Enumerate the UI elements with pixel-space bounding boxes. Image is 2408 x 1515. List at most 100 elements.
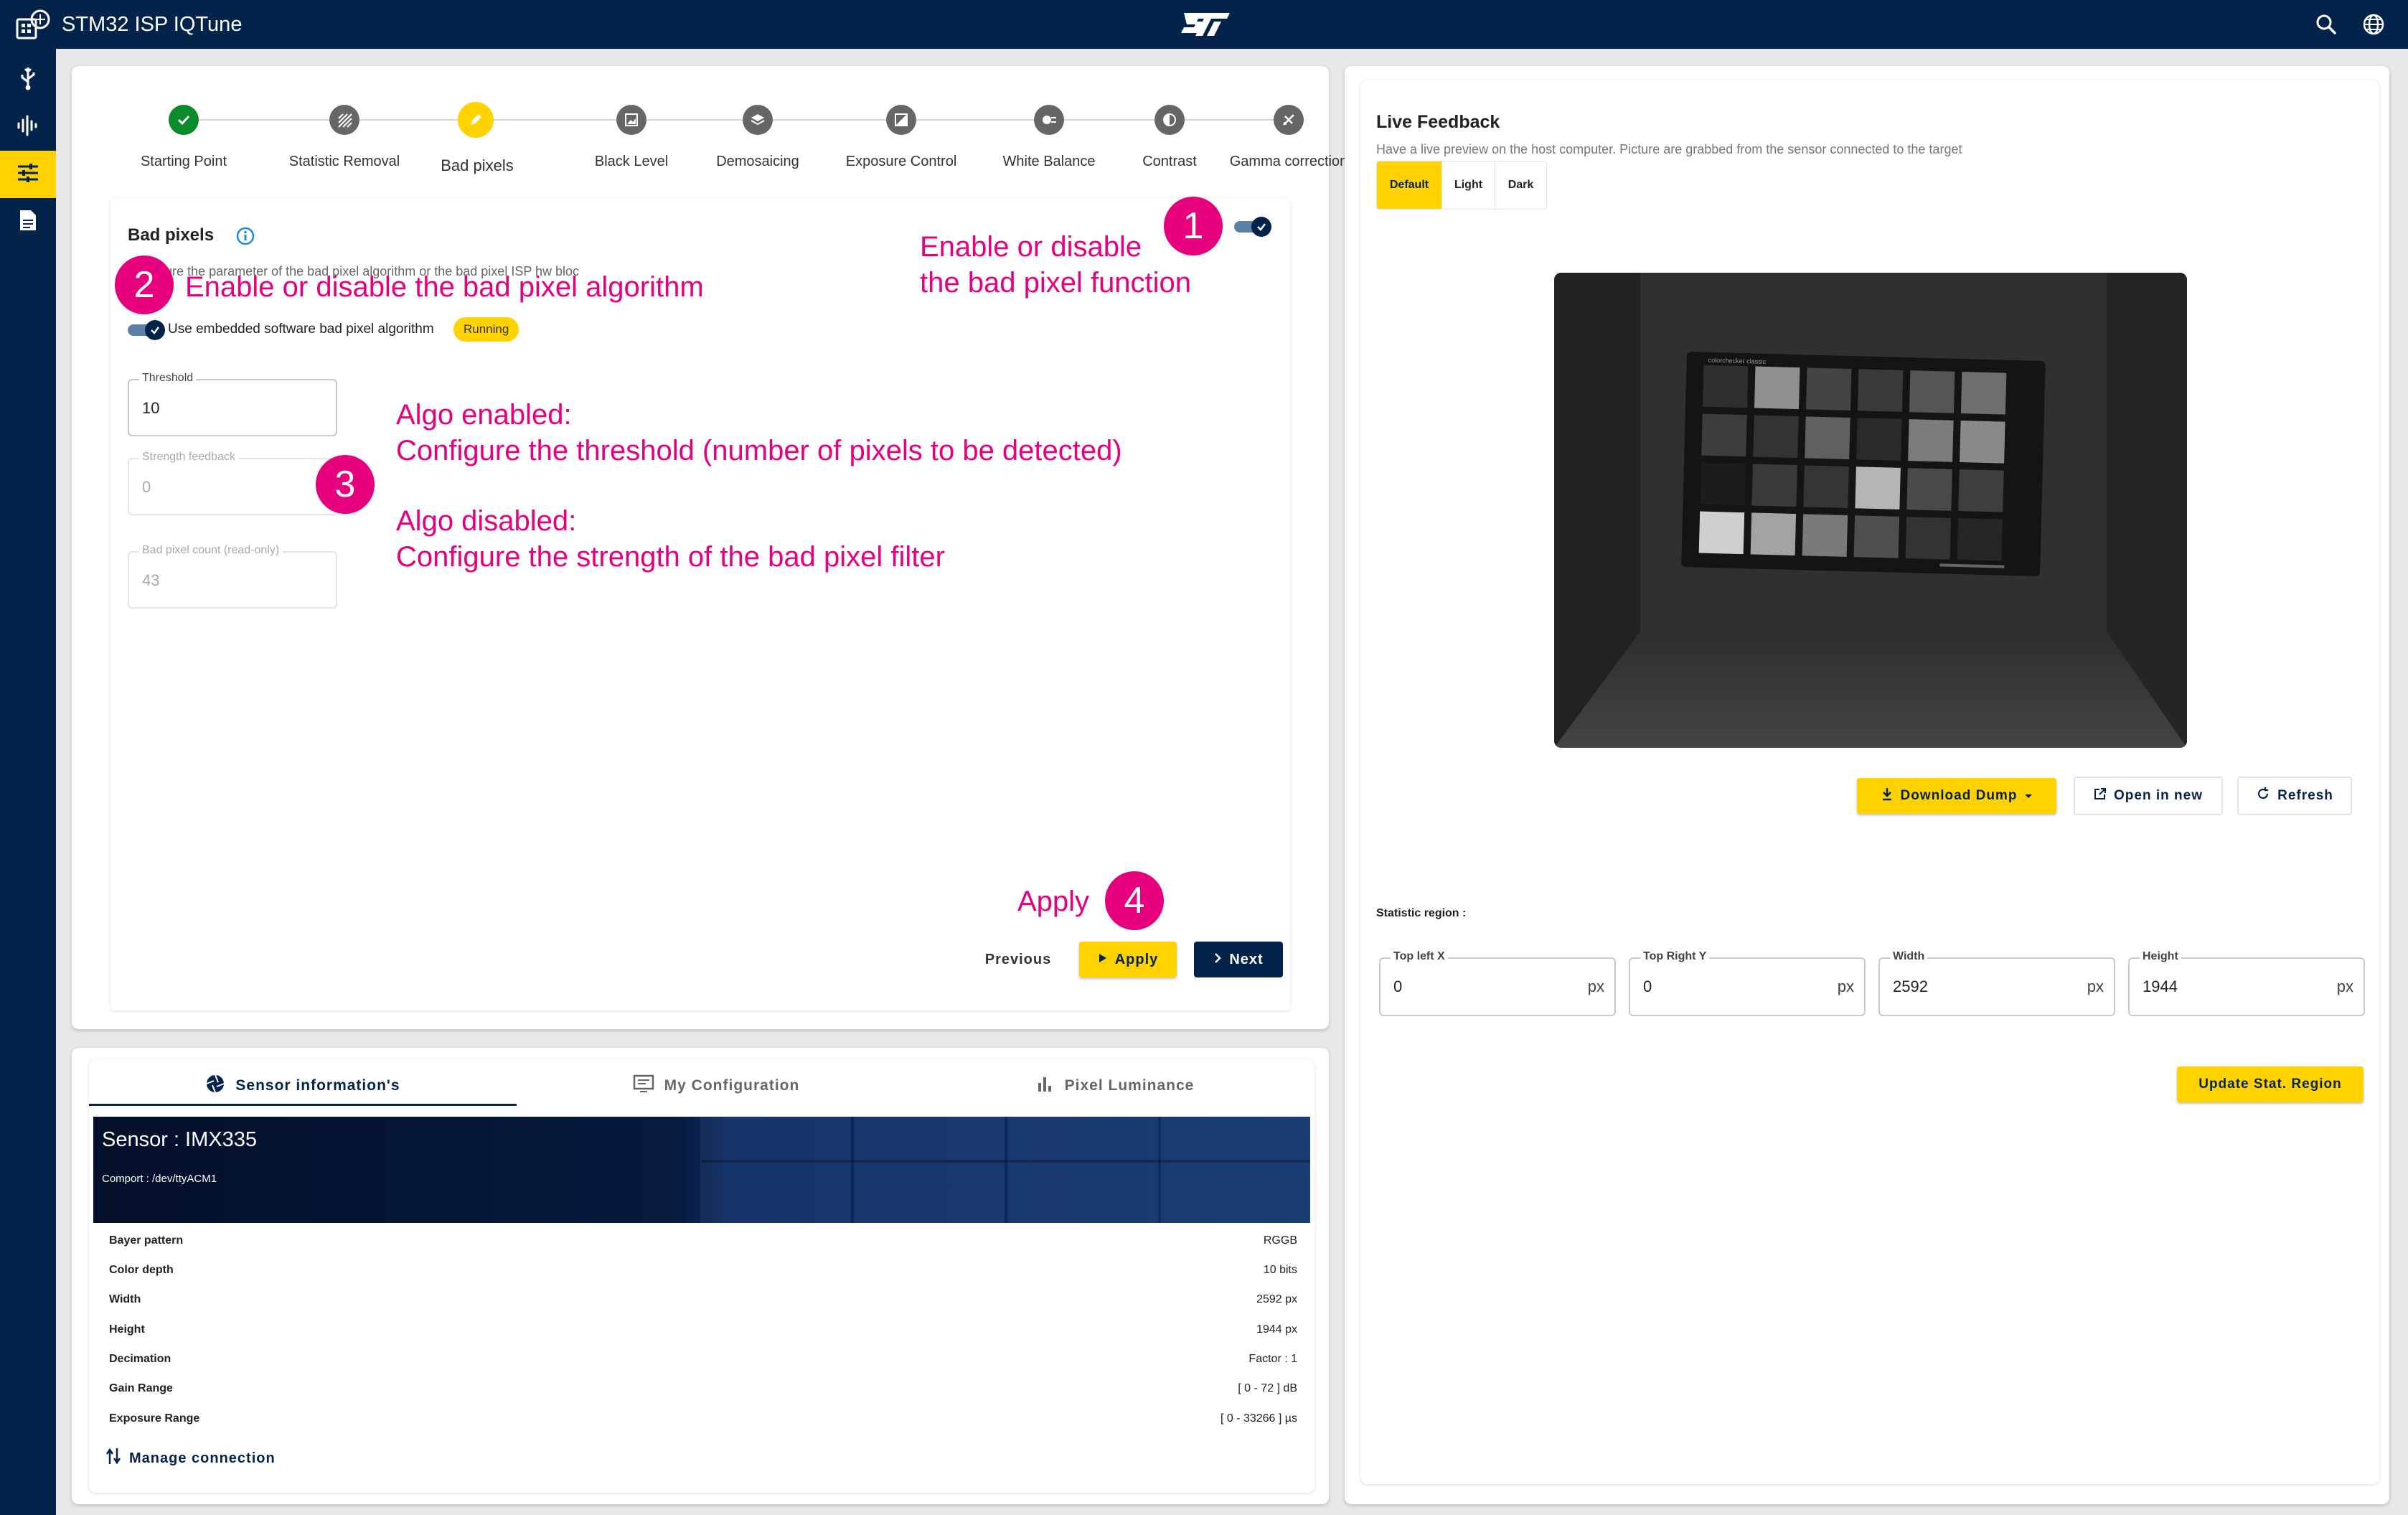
sidebar <box>0 49 56 1515</box>
row-label: Decimation <box>109 1353 171 1365</box>
play-icon <box>1098 952 1108 968</box>
usb-icon <box>18 66 38 94</box>
top-right-y-field[interactable]: Top Right Y 0 px <box>1629 950 1866 1016</box>
document-icon <box>19 209 37 235</box>
annotation-text-3a: Algo enabled: <box>396 399 572 431</box>
mode-light-button[interactable]: Light <box>1441 161 1495 209</box>
tab-label: Pixel Luminance <box>1064 1077 1195 1094</box>
row-label: Width <box>109 1293 141 1305</box>
chart-brand-label: colorchecker classic <box>1708 357 1767 365</box>
strength-value: 0 <box>142 478 151 496</box>
row-label: Exposure Range <box>109 1412 200 1425</box>
annotation-text-2: Enable or disable the bad pixel algorith… <box>185 271 704 303</box>
hatch-icon <box>329 105 359 135</box>
bad-pixel-function-toggle[interactable] <box>1234 215 1271 237</box>
live-feedback-card: Live Feedback Have a live preview on the… <box>1345 66 2389 1504</box>
annotation-text-3b: Configure the threshold (number of pixel… <box>396 435 1122 466</box>
next-button[interactable]: Next <box>1194 942 1283 977</box>
tab-pixel-luminance[interactable]: Pixel Luminance <box>916 1068 1314 1104</box>
sidebar-item-docs[interactable] <box>0 198 56 245</box>
stat-region-label: Statistic region : <box>1376 907 1467 919</box>
width-value[interactable]: 2592 <box>1893 977 1928 996</box>
step-statistic-removal[interactable]: Statistic Removal <box>287 105 402 184</box>
update-stat-region-button[interactable]: Update Stat. Region <box>2177 1066 2364 1102</box>
tab-my-configuration[interactable]: My Configuration <box>517 1068 916 1104</box>
row-value: [ 0 - 33266 ] µs <box>1220 1412 1297 1425</box>
step-label: Statistic Removal <box>288 154 400 169</box>
aperture-icon <box>205 1074 225 1098</box>
open-in-new-button[interactable]: Open in new <box>2074 777 2223 815</box>
step-starting-point[interactable]: Starting Point <box>141 105 227 184</box>
row-value: Factor : 1 <box>1248 1353 1297 1365</box>
step-exposure-control[interactable]: Exposure Control <box>844 105 959 184</box>
step-white-balance[interactable]: White Balance <box>992 105 1106 184</box>
check-icon <box>145 320 165 340</box>
top-left-x-value[interactable]: 0 <box>1393 977 1402 996</box>
monitor-icon <box>633 1074 654 1097</box>
annotation-badge-3: 3 <box>316 455 375 514</box>
tab-label: Sensor information's <box>235 1077 400 1094</box>
step-bad-pixels[interactable]: Bad pixels <box>431 102 524 184</box>
field-label: Bad pixel count (read-only) <box>139 544 283 557</box>
annotation-badge-4: 4 <box>1105 871 1164 930</box>
mode-default-button[interactable]: Default <box>1377 161 1441 209</box>
search-icon[interactable] <box>2313 11 2339 37</box>
info-icon[interactable] <box>235 226 255 250</box>
bar-chart-icon <box>1036 1074 1055 1097</box>
download-dump-button[interactable]: Download Dump <box>1857 778 2056 814</box>
refresh-button[interactable]: Refresh <box>2237 777 2352 815</box>
manage-connection-button[interactable]: Manage connection <box>105 1444 276 1473</box>
apply-label: Apply <box>1114 951 1159 967</box>
field-label: Height <box>2140 950 2181 963</box>
threshold-value[interactable]: 10 <box>142 399 159 418</box>
live-feedback-panel: Live Feedback Have a live preview on the… <box>1360 80 2379 1484</box>
open-in-new-label: Open in new <box>2114 788 2203 803</box>
step-label: Demosaicing <box>716 154 799 169</box>
field-label: Width <box>1890 950 1928 963</box>
sidebar-item-signal[interactable] <box>0 103 56 151</box>
height-value[interactable]: 1944 <box>2143 977 2178 996</box>
width-field[interactable]: Width 2592 px <box>1878 950 2115 1016</box>
mode-dark-button[interactable]: Dark <box>1495 161 1546 209</box>
tab-sensor-information[interactable]: Sensor information's <box>89 1068 517 1104</box>
pencil-icon <box>458 102 494 138</box>
row-value: RGGB <box>1263 1234 1297 1247</box>
step-demosaicing[interactable]: Demosaicing <box>700 105 815 184</box>
layers-icon <box>743 105 773 135</box>
step-label: Starting Point <box>140 154 227 169</box>
globe-icon[interactable] <box>2361 11 2386 37</box>
tune-sliders-icon <box>17 163 39 187</box>
annotation-text-1a: Enable or disable <box>920 231 1142 263</box>
active-tab-indicator <box>89 1104 517 1106</box>
st-brand-logo <box>1177 9 1234 40</box>
sidebar-item-connection[interactable] <box>0 56 56 103</box>
count-value: 43 <box>142 571 160 589</box>
tab-label: My Configuration <box>664 1077 800 1094</box>
threshold-field[interactable]: Threshold 10 <box>128 372 337 436</box>
app-logo-icon <box>16 9 52 39</box>
embedded-algo-toggle[interactable] <box>128 319 165 340</box>
sensor-banner: Sensor : IMX335 Comport : /dev/ttyACM1 <box>93 1117 1310 1223</box>
annotation-text-4: Apply <box>1017 886 1090 917</box>
row-label: Height <box>109 1323 145 1336</box>
step-contrast[interactable]: Contrast <box>1112 105 1227 184</box>
waveform-icon <box>17 115 39 140</box>
exposure-icon <box>886 105 916 135</box>
download-dump-label: Download Dump <box>1900 788 2018 803</box>
preview-mode-toggle: Default Light Dark <box>1376 161 1547 210</box>
sidebar-item-tuning[interactable] <box>0 151 56 198</box>
row-label: Gain Range <box>109 1382 173 1394</box>
caret-down-icon <box>2024 788 2033 804</box>
top-left-x-field[interactable]: Top left X 0 px <box>1379 950 1616 1016</box>
chevron-right-icon <box>1213 952 1222 968</box>
apply-button[interactable]: Apply <box>1079 942 1177 977</box>
panel-title: Bad pixels <box>128 225 215 245</box>
step-label: Black Level <box>594 154 669 169</box>
open-in-new-icon <box>2094 787 2107 805</box>
banner-pattern <box>700 1117 1310 1223</box>
top-right-y-value[interactable]: 0 <box>1643 977 1652 996</box>
previous-button[interactable]: Previous <box>972 942 1065 977</box>
step-black-level[interactable]: Black Level <box>574 105 689 184</box>
height-field[interactable]: Height 1944 px <box>2128 950 2365 1016</box>
wb-icon <box>1034 105 1064 135</box>
